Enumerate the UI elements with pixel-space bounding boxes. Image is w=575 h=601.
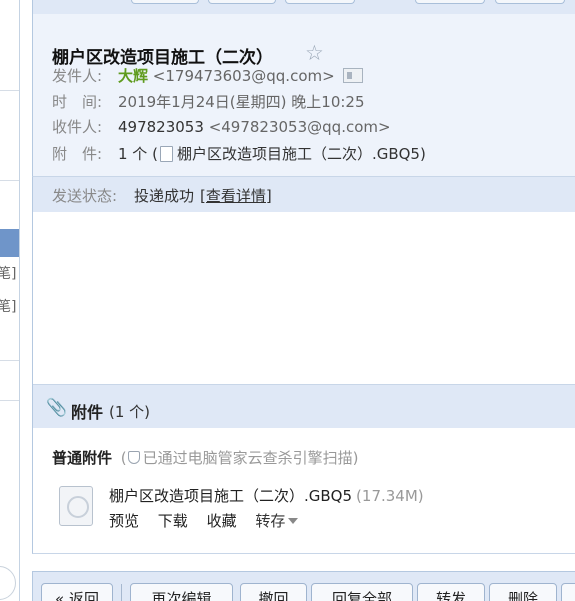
top-toolbar [32,0,575,14]
top-toolbar-button[interactable] [285,0,355,4]
recipient-name[interactable]: 497823053 [118,118,204,136]
sidebar-item-fragment[interactable]: 笔] [0,263,16,283]
time-label: 时 间: [52,93,103,111]
attachment-kind-row: 普通附件 ( 已通过电脑管家云查杀引擎扫描) [52,447,359,468]
to-label: 收件人: [52,118,103,136]
sidebar-divider [0,180,19,181]
sidebar-divider [0,400,19,401]
sidebar-divider [0,360,19,361]
sidebar-divider [0,90,19,91]
sidebar-round-button[interactable] [0,566,16,600]
contact-card-icon[interactable] [342,68,363,83]
view-details-link[interactable]: [查看详情] [200,187,272,205]
send-status-bar: 发送状态: 投递成功 [查看详情] [32,176,575,212]
send-status-label: 发送状态: [52,187,118,205]
top-toolbar-button[interactable] [208,0,276,4]
more-button[interactable] [561,583,575,601]
attachments-title: 附件 [71,403,104,422]
scan-open-paren: ( [120,449,127,467]
time-row: 时 间: 2019年1月24日(星期四) 晚上10:25 [52,91,365,112]
sender-address[interactable]: <179473603@qq.com> [153,67,335,85]
time-value: 2019年1月24日(星期四) 晚上10:25 [118,93,365,111]
sidebar-item-selected[interactable] [0,229,19,257]
scan-status-text: 已通过电脑管家云查杀引擎扫描) [142,449,359,467]
mail-header: 棚户区改造项目施工（二次） ☆ 发件人: 大辉 <179473603@qq.com… [32,14,575,176]
file-icon[interactable] [59,486,93,526]
normal-attachment-title: 普通附件 [52,449,113,467]
send-status-value: 投递成功 [134,187,195,205]
attachments-count: (1 个) [109,403,151,421]
recipient-address[interactable]: <497823053@qq.com> [209,118,391,136]
top-toolbar-button[interactable] [495,0,565,4]
attachment-actions: 预览 下载 收藏 转存 [109,510,299,531]
sidebar-item-fragment[interactable]: 笔] [0,296,16,316]
favorite-link[interactable]: 收藏 [207,512,237,530]
document-icon [159,146,173,162]
attachment-file-size: (17.34M) [356,487,424,505]
recall-button[interactable]: 撤回 [240,583,307,601]
toolbar-separator [121,584,122,601]
attachment-file-row: 棚户区改造项目施工（二次）.GBQ5 (17.34M) [109,485,424,506]
attachment-count: 1 个 ( [118,145,158,163]
attachments-panel: 📎 附件 (1 个) 普通附件 ( 已通过电脑管家云查杀引擎扫描) 棚户区改造项目… [32,384,575,554]
from-row: 发件人: 大辉 <179473603@qq.com> [52,65,363,86]
attachments-header: 📎 附件 (1 个) [33,384,575,428]
forward-button[interactable]: 转发 [417,583,485,601]
from-label: 发件人: [52,67,103,85]
paperclip-icon: 📎 [46,398,68,418]
reply-all-button[interactable]: 回复全部 [311,583,413,601]
folder-sidebar: 笔] 笔] [0,0,20,601]
bottom-toolbar: « 返回 再次编辑 撤回 回复全部 转发 删除 [32,571,575,601]
top-toolbar-button[interactable] [131,0,199,4]
top-toolbar-button[interactable] [415,0,485,4]
preview-link[interactable]: 预览 [109,512,139,530]
download-link[interactable]: 下载 [158,512,188,530]
save-to-menu[interactable]: 转存 [255,512,299,530]
star-icon[interactable]: ☆ [305,41,324,65]
to-row: 收件人: 497823053 <497823053@qq.com> [52,116,391,137]
mail-read-panel: 棚户区改造项目施工（二次） ☆ 发件人: 大辉 <179473603@qq.com… [32,0,575,601]
send-status-row: 发送状态: 投递成功 [查看详情] [52,185,272,206]
attachment-row: 附 件: 1 个 ( 棚户区改造项目施工（二次）.GBQ5) [52,143,426,164]
delete-button[interactable]: 删除 [489,583,557,601]
sender-name[interactable]: 大辉 [118,67,148,85]
re-edit-button[interactable]: 再次编辑 [130,583,233,601]
chevron-down-icon [288,518,299,524]
attachment-file-name[interactable]: 棚户区改造项目施工（二次）.GBQ5 [109,487,352,505]
mail-body [32,212,575,384]
shield-icon [127,451,140,464]
attachment-label: 附 件: [52,145,103,163]
back-button[interactable]: « 返回 [41,583,113,601]
attachment-link[interactable]: 棚户区改造项目施工（二次）.GBQ5) [177,145,426,163]
save-to-label: 转存 [255,512,286,530]
